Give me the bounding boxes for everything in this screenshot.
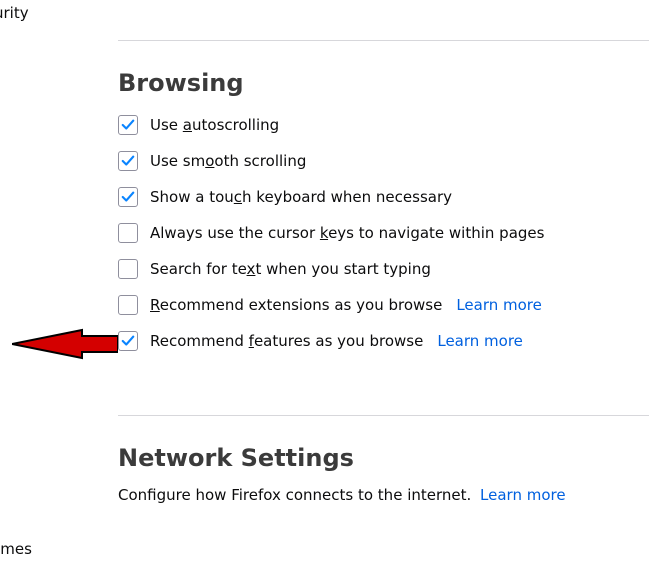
browsing-option-row: Search for text when you start typing <box>118 255 649 283</box>
sidebar-item-themes[interactable]: emes <box>0 540 32 558</box>
network-learn-more-link[interactable]: Learn more <box>480 486 566 504</box>
browsing-option-row: Always use the cursor keys to navigate w… <box>118 219 649 247</box>
network-description: Configure how Firefox connects to the in… <box>118 486 649 504</box>
divider <box>118 40 649 41</box>
network-section-title: Network Settings <box>118 444 649 472</box>
browsing-option-row: Recommend features as you browse Learn mo… <box>118 327 649 355</box>
divider <box>118 415 649 416</box>
checkbox-label[interactable]: Recommend features as you browse <box>150 332 423 350</box>
checkbox[interactable] <box>118 151 138 171</box>
checkbox[interactable] <box>118 259 138 279</box>
checkbox[interactable] <box>118 115 138 135</box>
checkbox-label[interactable]: Search for text when you start typing <box>150 260 431 278</box>
browsing-option-row: Use autoscrolling <box>118 111 649 139</box>
checkbox[interactable] <box>118 187 138 207</box>
annotation-arrow-icon <box>12 324 118 364</box>
browsing-option-row: Use smooth scrolling <box>118 147 649 175</box>
learn-more-link[interactable]: Learn more <box>456 296 542 314</box>
checkbox-label[interactable]: Show a touch keyboard when necessary <box>150 188 452 206</box>
checkbox[interactable] <box>118 223 138 243</box>
learn-more-link[interactable]: Learn more <box>437 332 523 350</box>
browsing-option-row: Show a touch keyboard when necessary <box>118 183 649 211</box>
browsing-option-row: Recommend extensions as you browse Learn … <box>118 291 649 319</box>
checkbox-label[interactable]: Recommend extensions as you browse <box>150 296 442 314</box>
checkbox-label[interactable]: Use autoscrolling <box>150 116 279 134</box>
network-description-text: Configure how Firefox connects to the in… <box>118 486 471 504</box>
browsing-section-title: Browsing <box>118 69 649 97</box>
checkbox-label[interactable]: Use smooth scrolling <box>150 152 306 170</box>
checkbox-label[interactable]: Always use the cursor keys to navigate w… <box>150 224 544 242</box>
sidebar-item-security[interactable]: urity <box>0 4 29 22</box>
checkbox[interactable] <box>118 295 138 315</box>
checkbox[interactable] <box>118 331 138 351</box>
